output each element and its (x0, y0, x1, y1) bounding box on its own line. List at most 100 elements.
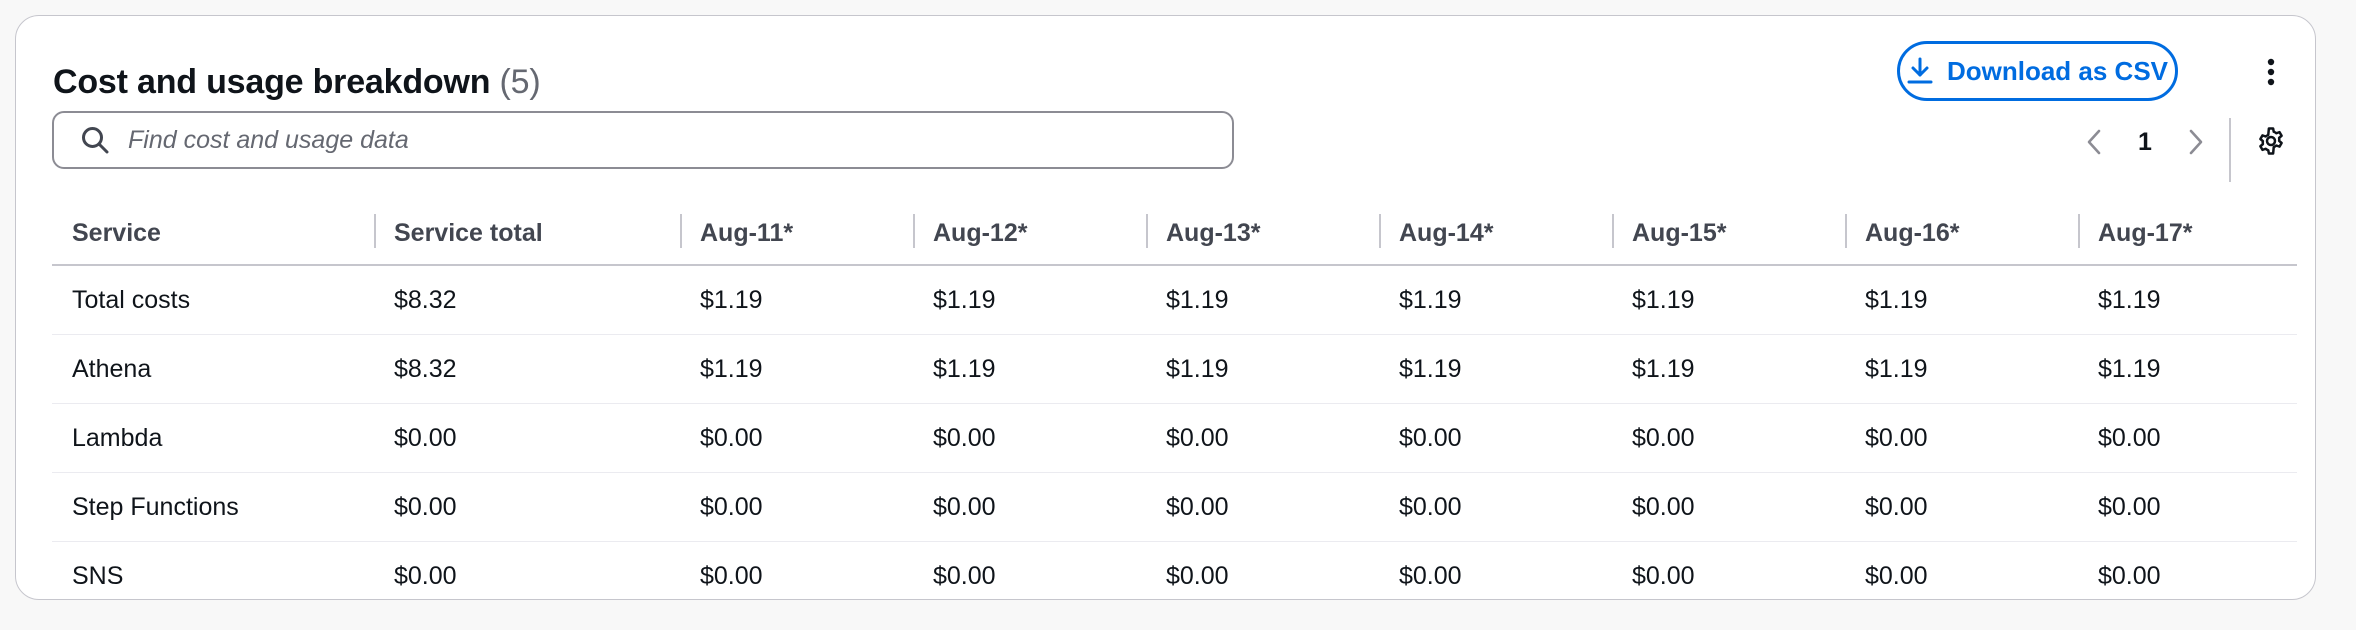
column-header-label: Aug-17* (2098, 218, 2193, 247)
table-cell: $0.00 (1146, 472, 1379, 542)
table-cell: $0.00 (1166, 561, 1229, 590)
table-cell: $0.00 (2078, 472, 2297, 542)
toolbar-divider (2229, 118, 2231, 182)
table-cell: $1.19 (1612, 334, 1845, 404)
page-number-button[interactable]: 1 (2112, 128, 2178, 157)
table-row: Athena $8.32 $1.19 $1.19 $1.19 $1.19 $1.… (52, 334, 2297, 404)
table-cell: $1.19 (1379, 334, 1612, 404)
table-cell: $1.19 (1146, 334, 1379, 404)
pagination: 1 (2076, 124, 2214, 160)
table-cell: $1.19 (1845, 265, 2078, 335)
download-csv-button[interactable]: Download as CSV (1897, 41, 2178, 101)
table-cell: $0.00 (394, 561, 457, 590)
more-vertical-icon (2267, 58, 2275, 91)
table-cell: Total costs (52, 265, 374, 335)
column-header-label: Aug-12* (933, 218, 1028, 247)
table-cell: $0.00 (913, 403, 1146, 473)
table-cell: $0.00 (1379, 472, 1612, 542)
chevron-right-icon (2189, 129, 2203, 155)
column-resizer[interactable] (1379, 214, 1381, 248)
table-cell: $0.00 (1632, 561, 1695, 590)
download-csv-label: Download as CSV (1946, 55, 2169, 86)
column-header-label: Aug-15* (1632, 218, 1727, 247)
column-resizer[interactable] (1845, 214, 1847, 248)
column-resizer[interactable] (1612, 214, 1614, 248)
table-cell: SNS (72, 561, 124, 590)
table-cell: $0.00 (1399, 561, 1462, 590)
search-input[interactable] (126, 124, 1180, 156)
download-icon (1907, 57, 1933, 85)
table-cell: $1.19 (1379, 265, 1612, 335)
table-cell: $1.19 (2078, 334, 2297, 404)
next-page-button[interactable] (2178, 124, 2214, 160)
column-header-aug-16[interactable]: Aug-16* (1845, 202, 2078, 266)
table-cell: Step Functions (52, 472, 374, 542)
search-icon (78, 123, 112, 157)
table-row: Total costs $8.32 $1.19 $1.19 $1.19 $1.1… (52, 265, 2297, 335)
table-cell: Athena (52, 334, 374, 404)
more-actions-button[interactable] (2256, 54, 2286, 94)
column-header-label: Service (72, 218, 161, 247)
table-cell: $0.00 (2078, 403, 2297, 473)
table-cell: $0.00 (680, 472, 913, 542)
column-header-aug-15[interactable]: Aug-15* (1612, 202, 1845, 266)
column-header-label: Aug-16* (1865, 218, 1960, 247)
panel-title-text: Cost and usage breakdown (53, 63, 491, 101)
chevron-left-icon (2087, 129, 2101, 155)
table-cell: $1.19 (680, 265, 913, 335)
table-cell: $0.00 (700, 561, 763, 590)
column-header-aug-11[interactable]: Aug-11* (680, 202, 913, 266)
table-cell: $0.00 (1612, 472, 1845, 542)
panel-item-count: (5) (499, 63, 541, 101)
table-cell: $0.00 (1865, 561, 1928, 590)
column-header-aug-13[interactable]: Aug-13* (1146, 202, 1379, 266)
table-cell: $0.00 (913, 472, 1146, 542)
column-resizer[interactable] (913, 214, 915, 248)
table-cell: $0.00 (1845, 472, 2078, 542)
cost-usage-panel: Cost and usage breakdown (5) Download as… (15, 15, 2316, 600)
table-cell: $0.00 (2098, 561, 2161, 590)
search-field[interactable] (52, 111, 1234, 169)
cost-usage-table: Service Service total Aug-11* Aug-12* Au… (52, 202, 2297, 610)
table-cell: $1.19 (2078, 265, 2297, 335)
panel-title: Cost and usage breakdown (5) (53, 60, 541, 104)
table-cell: $0.00 (1379, 403, 1612, 473)
column-header-label: Aug-13* (1166, 218, 1261, 247)
table-row: Step Functions $0.00 $0.00 $0.00 $0.00 $… (52, 472, 2297, 542)
column-header-label: Aug-11* (700, 218, 794, 247)
table-cell: $0.00 (1612, 403, 1845, 473)
column-header-aug-17[interactable]: Aug-17* (2078, 202, 2297, 266)
table-cell: $0.00 (933, 561, 996, 590)
column-header-service-total[interactable]: Service total (374, 202, 680, 266)
table-row: Lambda $0.00 $0.00 $0.00 $0.00 $0.00 $0.… (52, 403, 2297, 473)
column-header-service[interactable]: Service (52, 202, 374, 266)
column-header-aug-12[interactable]: Aug-12* (913, 202, 1146, 266)
column-header-label: Aug-14* (1399, 218, 1494, 247)
table-cell: $8.32 (374, 265, 680, 335)
table-cell: $8.32 (374, 334, 680, 404)
table-cell: Lambda (52, 403, 374, 473)
gear-icon (2256, 126, 2286, 161)
column-header-label: Service total (394, 218, 543, 247)
table-header-row: Service Service total Aug-11* Aug-12* Au… (52, 202, 2297, 266)
column-resizer[interactable] (680, 214, 682, 248)
column-resizer[interactable] (374, 214, 376, 248)
table-cell: $0.00 (1146, 403, 1379, 473)
table-cell: $1.19 (913, 334, 1146, 404)
table-cell: $1.19 (680, 334, 913, 404)
column-resizer[interactable] (2078, 214, 2080, 248)
table-cell: $1.19 (1146, 265, 1379, 335)
column-header-aug-14[interactable]: Aug-14* (1379, 202, 1612, 266)
table-cell: $1.19 (913, 265, 1146, 335)
preferences-button[interactable] (2251, 123, 2291, 163)
previous-page-button[interactable] (2076, 124, 2112, 160)
table-row: SNS $0.00 $0.00 $0.00 $0.00 $0.00 $0.00 … (52, 542, 2297, 611)
table-cell: $1.19 (1612, 265, 1845, 335)
table-cell: $0.00 (374, 472, 680, 542)
table-body: Total costs $8.32 $1.19 $1.19 $1.19 $1.1… (52, 265, 2297, 610)
column-resizer[interactable] (1146, 214, 1148, 248)
table-cell: $1.19 (1845, 334, 2078, 404)
table-cell: $0.00 (374, 403, 680, 473)
table-cell: $0.00 (1845, 403, 2078, 473)
table-cell: $0.00 (680, 403, 913, 473)
